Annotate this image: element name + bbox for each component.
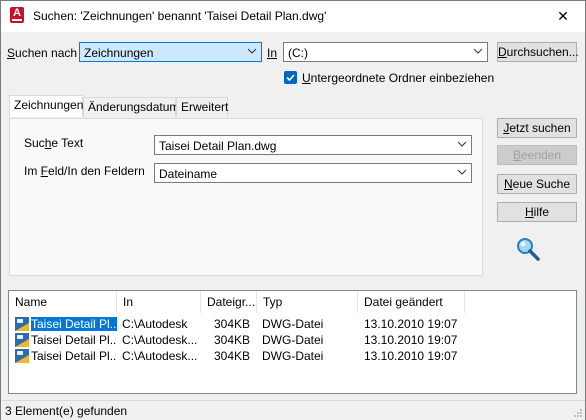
dwg-file-icon xyxy=(15,349,29,363)
subfolders-label[interactable]: Untergeordnete Ordner einbeziehen xyxy=(302,71,494,85)
cell-in: C:\Autodesk... xyxy=(122,333,198,347)
close-icon[interactable]: ✕ xyxy=(541,1,585,32)
cell-in: C:\Autodesk xyxy=(122,317,188,331)
chevron-down-icon xyxy=(473,48,483,54)
tab-panel-drawings: Suche Text Taisei Detail Plan.dwg Im Fel… xyxy=(9,118,483,276)
cell-in: C:\Autodesk... xyxy=(122,349,198,363)
column-header-name[interactable]: Name xyxy=(9,291,117,313)
checkmark-icon xyxy=(286,74,295,82)
cell-modified: 13.10.2010 19:07 xyxy=(364,349,458,363)
cell-modified: 13.10.2010 19:07 xyxy=(364,317,458,331)
results-list[interactable]: Name In Dateigr... Typ Datei geändert Ta… xyxy=(8,290,577,394)
column-header-size[interactable]: Dateigr... xyxy=(201,291,257,313)
autocad-icon: A xyxy=(10,7,24,23)
cell-type: DWG-Datei xyxy=(262,333,324,347)
in-combo[interactable]: (C:) xyxy=(283,42,488,62)
dwg-file-icon xyxy=(15,333,29,347)
new-search-button[interactable]: Neue Suche xyxy=(497,174,577,194)
cell-name: Taisei Detail Pl... xyxy=(31,317,117,331)
column-header-in[interactable]: In xyxy=(117,291,201,313)
field-combo[interactable]: Dateiname xyxy=(154,163,472,183)
chevron-down-icon xyxy=(457,141,467,147)
cell-size: 304KB xyxy=(213,317,250,331)
cell-type: DWG-Datei xyxy=(262,317,324,331)
table-row[interactable]: Taisei Detail Pl... C:\Autodesk... 304KB… xyxy=(9,332,576,348)
tab-modified-date[interactable]: Änderungsdatum xyxy=(83,97,179,117)
cell-size: 304KB xyxy=(213,349,250,363)
help-button[interactable]: Hilfe xyxy=(497,202,577,222)
search-now-button[interactable]: Jetzt suchen xyxy=(497,118,577,138)
stop-button[interactable]: Beenden xyxy=(497,145,577,165)
in-label: In xyxy=(267,46,278,60)
search-for-combo[interactable]: Zeichnungen xyxy=(79,42,262,62)
title-bar: A Suchen: 'Zeichnungen' benannt 'Taisei … xyxy=(1,1,585,32)
tab-drawings[interactable]: Zeichnungen xyxy=(9,95,83,117)
cell-name: Taisei Detail Pl... xyxy=(31,333,117,347)
search-text-combo[interactable]: Taisei Detail Plan.dwg xyxy=(154,135,472,155)
search-dialog: A Suchen: 'Zeichnungen' benannt 'Taisei … xyxy=(0,0,586,420)
column-header-type[interactable]: Typ xyxy=(257,291,358,313)
cell-modified: 13.10.2010 19:07 xyxy=(364,333,458,347)
search-for-label: Suchen nach xyxy=(7,46,78,60)
resize-grip-icon[interactable] xyxy=(573,408,583,418)
search-text-value: Taisei Detail Plan.dwg xyxy=(159,139,277,153)
magnifier-icon xyxy=(517,238,540,261)
search-for-value: Zeichnungen xyxy=(84,46,154,60)
table-row[interactable]: Taisei Detail Pl... C:\Autodesk 304KB DW… xyxy=(9,316,576,332)
cell-type: DWG-Datei xyxy=(262,349,324,363)
field-value: Dateiname xyxy=(159,167,218,181)
in-value: (C:) xyxy=(288,46,308,60)
dwg-file-icon xyxy=(15,317,29,331)
search-text-label: Suche Text xyxy=(24,136,84,150)
chevron-down-icon xyxy=(247,48,257,54)
cell-size: 304KB xyxy=(213,333,250,347)
window-title: Suchen: 'Zeichnungen' benannt 'Taisei De… xyxy=(33,9,327,23)
browse-button[interactable]: Durchsuchen... xyxy=(497,42,579,62)
field-label: Im Feld/In den Feldern xyxy=(24,164,145,178)
status-bar: 3 Element(e) gefunden xyxy=(1,400,585,420)
table-row[interactable]: Taisei Detail Pl... C:\Autodesk... 304KB… xyxy=(9,348,576,364)
status-text: 3 Element(e) gefunden xyxy=(5,404,128,418)
chevron-down-icon xyxy=(457,169,467,175)
subfolders-checkbox[interactable] xyxy=(284,71,297,84)
cell-name: Taisei Detail Pl... xyxy=(31,349,117,363)
tab-advanced[interactable]: Erweitert xyxy=(176,97,228,117)
column-header-modified[interactable]: Datei geändert xyxy=(358,291,465,313)
